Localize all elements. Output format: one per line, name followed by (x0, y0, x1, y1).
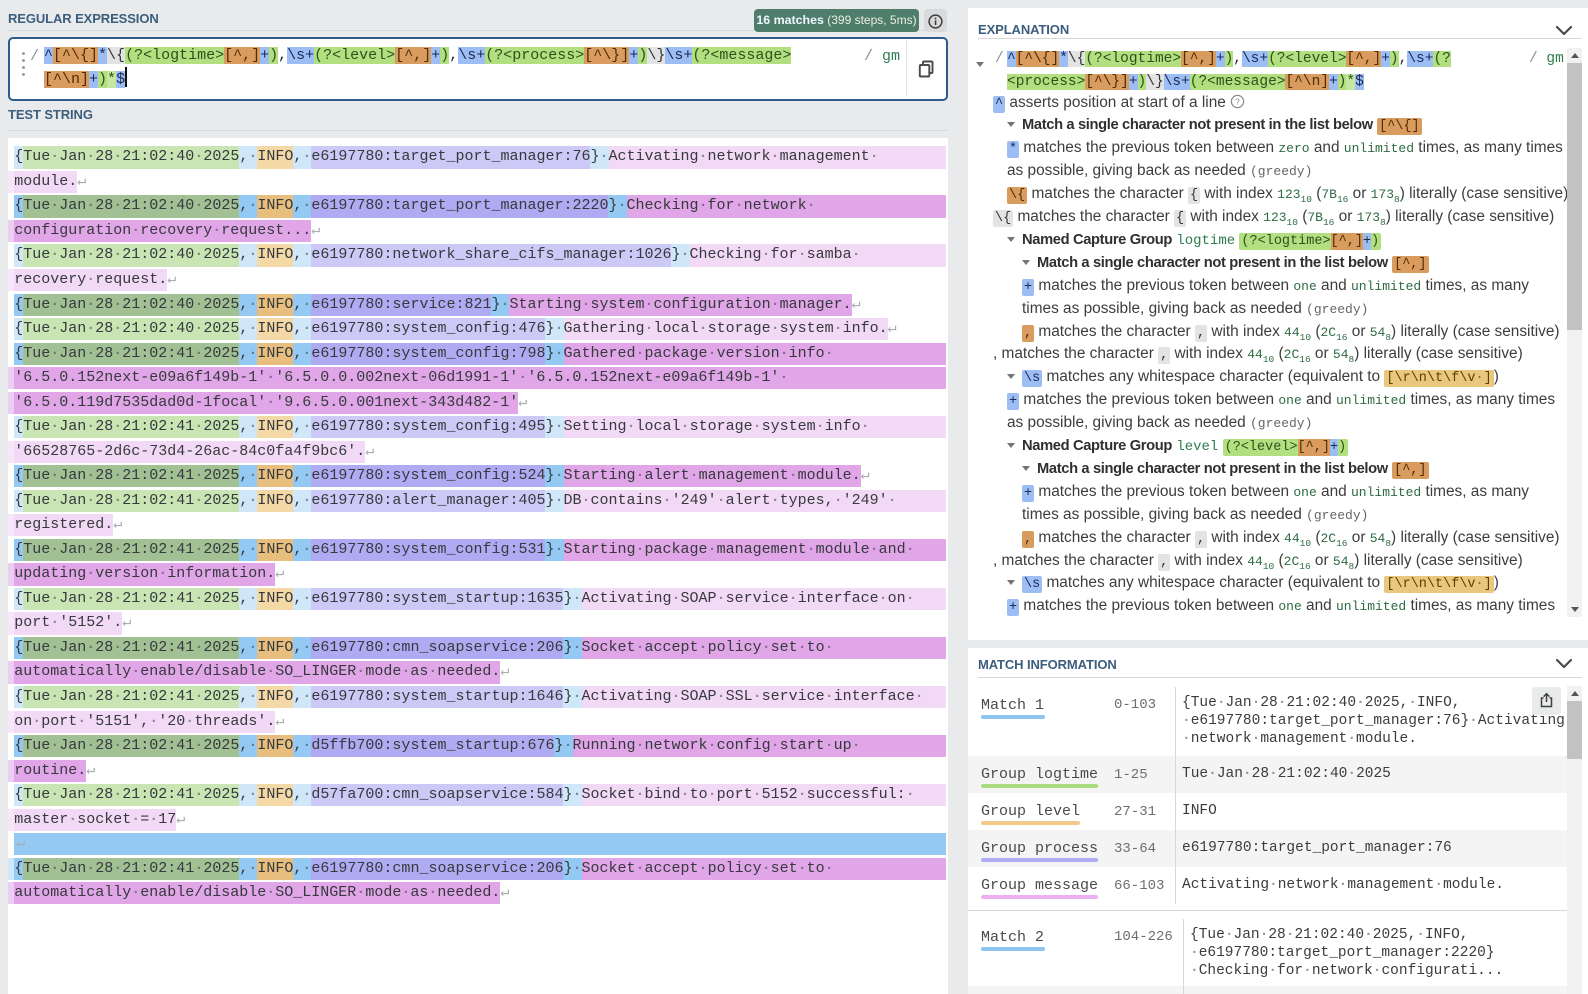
svg-text:?: ? (1235, 96, 1240, 106)
